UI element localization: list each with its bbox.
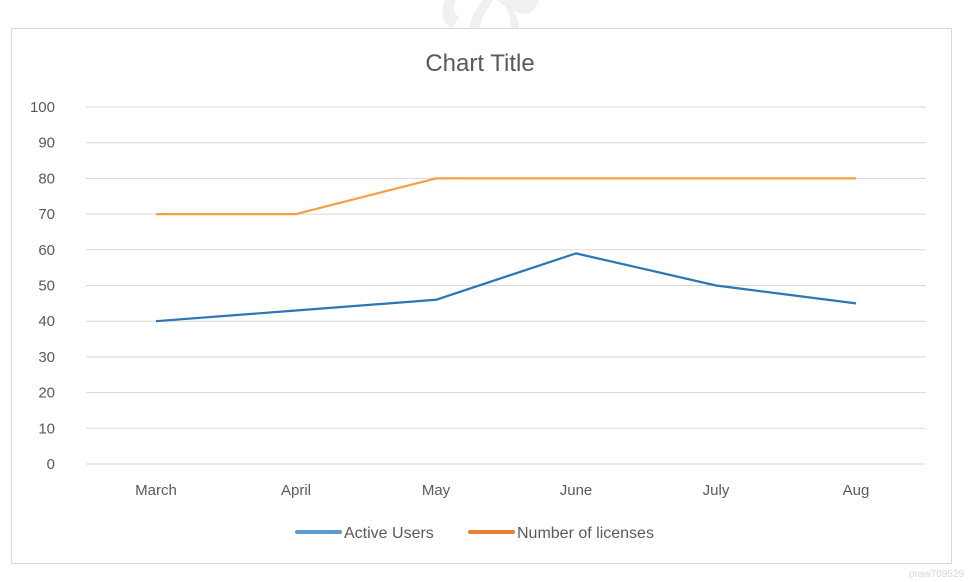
y-tick-label: 40 [38, 313, 55, 330]
y-tick-label: 80 [38, 170, 55, 187]
y-tick-label: 50 [38, 278, 55, 295]
line-chart: Chart Title 0 10 20 30 40 50 60 70 80 90 100 March… [30, 50, 926, 542]
y-tick-label: 90 [38, 135, 55, 152]
y-tick-label: 20 [38, 385, 55, 402]
series-line-number-of-licenses [156, 177, 856, 216]
y-tick-label: 60 [38, 242, 55, 259]
chart-title: Chart Title [425, 50, 534, 77]
x-tick-label: July [703, 482, 730, 499]
x-tick-label: Aug [843, 482, 870, 499]
y-tick-label: 0 [47, 456, 55, 473]
y-tick-label: 100 [30, 99, 55, 116]
y-tick-label: 70 [38, 206, 55, 223]
legend-label: Active Users [344, 525, 434, 542]
x-tick-label: April [281, 482, 311, 499]
y-tick-label: 30 [38, 349, 55, 366]
corner-id: praw709529 [908, 569, 964, 580]
legend-label: Number of licenses [517, 525, 654, 542]
x-tick-label: June [560, 482, 593, 499]
series-line-active-users [155, 252, 857, 323]
y-tick-label: 10 [38, 420, 55, 437]
x-tick-label: May [422, 482, 451, 499]
x-tick-label: March [135, 482, 177, 499]
